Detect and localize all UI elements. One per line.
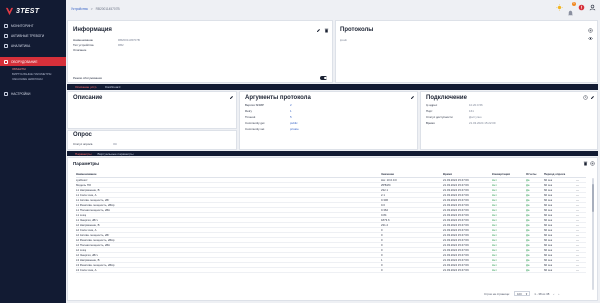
user-icon[interactable] <box>589 4 596 11</box>
edit-icon[interactable] <box>410 95 415 100</box>
sidebar-item-analytics[interactable]: АНАЛИТИКА <box>0 41 66 50</box>
notification-badge: 1 <box>572 2 576 6</box>
analytics-icon <box>4 43 8 48</box>
tabs-bar-params: Параметры Виртуальные параметры <box>67 151 598 156</box>
sidebar-item-monitoring[interactable]: МОНИТОРИНГ <box>0 21 66 30</box>
tab-dashboard[interactable]: Dashboard <box>105 85 120 89</box>
table-row[interactable]: L3 Сила тока, А 0 21.03.2024 15:47:09 Нет Да… <box>76 267 586 273</box>
eye-icon[interactable] <box>588 36 593 41</box>
sidebar-item-label: ОБОРУДОВАНИЕ <box>11 59 38 64</box>
info-row: Описание <box>73 48 87 52</box>
connection-card: Подключение Ip адрес 10.20.0.56 Порт 161 С… <box>420 91 598 150</box>
sidebar-item-alarms[interactable]: АКТИВНЫЕ ТРЕВОГИ <box>0 31 66 40</box>
cell-name: L3 Сила тока, А <box>76 267 381 273</box>
row-menu-icon[interactable]: ⋯ <box>576 267 586 273</box>
args-row: Timeout 5 <box>245 115 292 119</box>
params-title: Параметры <box>73 161 100 166</box>
breadcrumb-current: RB2001145707B <box>95 7 120 11</box>
protocol-args-card: Аргументы протокола Версия SNMP 2 Retry 1 … <box>239 91 418 150</box>
delete-icon[interactable] <box>583 161 588 166</box>
poll-card: Опрос Статус опроса ОК <box>67 130 237 150</box>
bell-icon <box>568 10 573 16</box>
poll-title: Опрос <box>73 132 92 138</box>
protocol-args-title: Аргументы протокола <box>245 95 311 101</box>
tab-params[interactable]: Параметры <box>75 152 92 156</box>
cell-reports: Да <box>526 267 544 273</box>
top-icons: 1 <box>556 2 596 16</box>
description-title: Описание <box>73 95 103 101</box>
info-title: Информация <box>73 27 112 33</box>
cell-time: 21.03.2024 15:47:09 <box>443 267 492 273</box>
sun-icon[interactable] <box>556 4 563 11</box>
edit-icon[interactable] <box>590 95 595 100</box>
alert-icon[interactable] <box>578 4 585 11</box>
tab-description[interactable]: Описание устр. <box>75 85 97 89</box>
next-page-icon[interactable]: › <box>558 292 559 296</box>
logo-mark-icon <box>5 7 14 15</box>
tabs-bar: Описание устр. Dashboard <box>67 84 598 90</box>
connection-title: Подключение <box>426 95 467 101</box>
rows-per-page-select[interactable]: 100 ▾ <box>513 291 531 296</box>
sidebar-item-label: НАСТРОЙКИ <box>11 91 31 96</box>
notifications[interactable]: 1 <box>567 2 576 16</box>
connection-row: Ip адрес 10.20.0.56 <box>426 103 483 107</box>
topbar: Устройства > RB2001145707B 1 <box>66 0 600 17</box>
connection-row: Статус доступности Доступно <box>426 115 482 119</box>
info-row: Тип устройства RB2 <box>73 43 124 47</box>
tab-virtual-params[interactable]: Виртуальные параметры <box>98 152 134 156</box>
table-scrollbar[interactable] <box>592 178 594 290</box>
connection-row: Время 21.03.2024 15:22:09 <box>426 121 496 125</box>
info-row: Наименование RB2001145707B <box>73 38 140 42</box>
args-row: Community set private <box>245 127 299 131</box>
edit-icon[interactable] <box>229 95 234 100</box>
alarm-icon <box>4 33 8 38</box>
params-table: Наименование Значение Время Конвертация … <box>76 171 586 273</box>
poll-row: Статус опроса ОК <box>73 142 117 146</box>
pagination: Строк на странице: 100 ▾ 1 - 38 из 38 ‹ … <box>484 291 559 296</box>
settings-icon <box>4 91 8 96</box>
sidebar: 3TEST МОНИТОРИНГ АКТИВНЫЕ ТРЕВОГИ АНАЛИТ… <box>0 0 66 303</box>
monitor-icon <box>4 23 8 28</box>
protocols-card: Протоколы ipsub <box>335 20 598 83</box>
rows-per-page-label: Строк на странице: <box>484 291 510 296</box>
sidebar-item-settings[interactable]: НАСТРОЙКИ <box>0 89 66 98</box>
args-row: Версия SNMP 2 <box>245 103 292 107</box>
cell-period: 60 сек <box>544 267 576 273</box>
cell-conversion: Нет <box>492 267 526 273</box>
prev-page-icon[interactable]: ‹ <box>553 292 554 296</box>
protocol-item[interactable]: ipsub <box>340 38 347 42</box>
info-card: Информация Наименование RB2001145707B Тип… <box>67 20 333 83</box>
cell-value: 0 <box>381 267 443 273</box>
sidebar-nav: МОНИТОРИНГ АКТИВНЫЕ ТРЕВОГИ АНАЛИТИКА ОБ… <box>0 17 66 99</box>
equipment-icon <box>4 59 8 64</box>
scrollbar-thumb[interactable] <box>592 184 594 212</box>
logo-text: 3TEST <box>16 7 40 15</box>
connection-row: Порт 161 <box>426 109 474 113</box>
logo[interactable]: 3TEST <box>5 4 39 18</box>
maintenance-label: Режим обслуживания <box>73 76 102 80</box>
breadcrumb-devices[interactable]: Устройства <box>71 7 88 11</box>
maintenance-toggle[interactable] <box>320 76 327 80</box>
chevron-right-icon: > <box>90 7 93 11</box>
args-row: Retry 1 <box>245 109 292 113</box>
sidebar-item-label: АНАЛИТИКА <box>11 43 31 48</box>
edit-icon[interactable] <box>316 28 321 33</box>
add-icon[interactable] <box>590 161 595 166</box>
sidebar-item-label: МОНИТОРИНГ <box>11 23 34 28</box>
args-row: Community get public <box>245 121 298 125</box>
sidebar-item-equipment[interactable]: ОБОРУДОВАНИЕ <box>0 57 66 66</box>
breadcrumb: Устройства > RB2001145707B <box>71 7 120 11</box>
add-icon[interactable] <box>588 28 593 33</box>
history-icon[interactable] <box>583 95 588 100</box>
chevron-down-icon: ▾ <box>525 292 528 296</box>
params-table-body: sysDescr Hw: 10.0.0.0 21.03.2024 15:47:09 Н… <box>76 177 586 273</box>
protocols-title: Протоколы <box>340 27 374 33</box>
page-range: 1 - 38 из 38 <box>534 291 550 296</box>
delete-icon[interactable] <box>324 28 329 33</box>
rows-per-page-value: 100 <box>516 292 522 296</box>
sidebar-item-label: АКТИВНЫЕ ТРЕВОГИ <box>11 33 45 38</box>
description-card: Описание <box>67 91 237 129</box>
